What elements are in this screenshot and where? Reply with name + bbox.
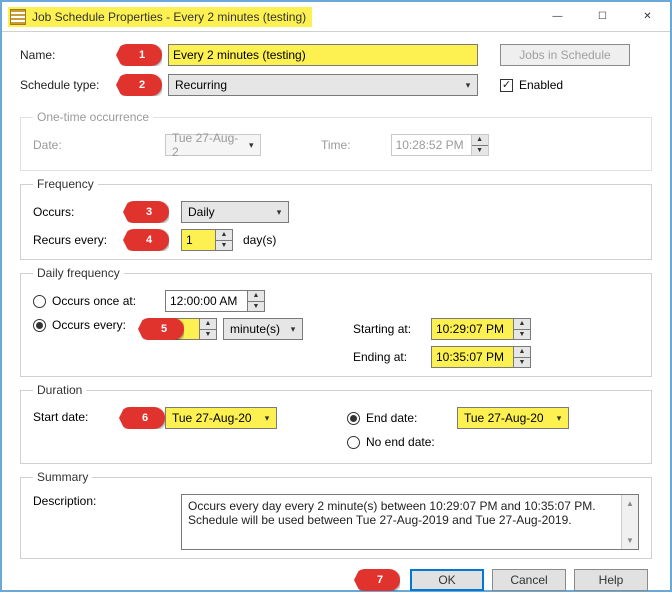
end-date-radio[interactable]: End date: bbox=[347, 411, 457, 425]
radio-icon bbox=[347, 436, 360, 449]
starting-at-label: Starting at: bbox=[353, 322, 431, 336]
ending-at-spinner[interactable]: ▲▼ bbox=[431, 346, 531, 368]
frequency-legend: Frequency bbox=[33, 177, 98, 191]
callout-4: 4 bbox=[123, 229, 169, 251]
callout-6: 6 bbox=[119, 407, 165, 429]
dialog-footer: 7 OK Cancel Help bbox=[20, 561, 652, 595]
days-suffix: day(s) bbox=[243, 233, 276, 247]
minimize-button[interactable]: — bbox=[535, 3, 580, 31]
callout-2: 2 bbox=[116, 74, 162, 96]
spin-up-icon[interactable]: ▲ bbox=[514, 319, 530, 330]
occurs-once-radio[interactable]: Occurs once at: bbox=[33, 294, 165, 308]
summary-group: Summary Description: Occurs every day ev… bbox=[20, 470, 652, 559]
help-button[interactable]: Help bbox=[574, 569, 648, 591]
close-button[interactable]: ✕ bbox=[625, 3, 670, 31]
ending-at-label: Ending at: bbox=[353, 350, 431, 364]
spin-down-icon[interactable]: ▼ bbox=[514, 358, 530, 368]
one-time-time-label: Time: bbox=[321, 138, 351, 152]
one-time-date-picker: Tue 27-Aug-2 ▾ bbox=[165, 134, 261, 156]
spin-down-icon[interactable]: ▼ bbox=[200, 330, 216, 340]
spin-down-icon[interactable]: ▼ bbox=[248, 302, 264, 312]
scroll-down-icon[interactable]: ▼ bbox=[622, 532, 638, 549]
app-icon bbox=[10, 9, 26, 25]
dialog-content: Name: 1 Jobs in Schedule Schedule type: … bbox=[2, 32, 670, 603]
window-title: Job Schedule Properties - Every 2 minute… bbox=[32, 10, 306, 24]
chevron-down-icon: ▾ bbox=[550, 408, 568, 428]
radio-icon bbox=[33, 319, 46, 332]
maximize-button[interactable]: ☐ bbox=[580, 3, 625, 31]
chevron-down-icon: ▾ bbox=[243, 135, 260, 155]
callout-3: 3 bbox=[123, 201, 169, 223]
schedule-type-value: Recurring bbox=[175, 78, 227, 92]
daily-frequency-group: Daily frequency Occurs once at: ▲▼ Occur… bbox=[20, 266, 652, 377]
description-text: Occurs every day every 2 minute(s) betwe… bbox=[181, 494, 639, 550]
cancel-button[interactable]: Cancel bbox=[492, 569, 566, 591]
starting-at-spinner[interactable]: ▲▼ bbox=[431, 318, 531, 340]
chevron-down-icon: ▾ bbox=[258, 408, 276, 428]
scrollbar[interactable]: ▲ ▼ bbox=[621, 495, 638, 549]
chevron-down-icon: ▾ bbox=[270, 202, 288, 222]
enabled-label: Enabled bbox=[519, 78, 563, 92]
summary-legend: Summary bbox=[33, 470, 92, 484]
titlebar: Job Schedule Properties - Every 2 minute… bbox=[2, 2, 670, 32]
daily-frequency-legend: Daily frequency bbox=[33, 266, 124, 280]
occurs-once-time[interactable]: ▲▼ bbox=[165, 290, 265, 312]
one-time-group: One-time occurrence Date: Tue 27-Aug-2 ▾… bbox=[20, 110, 652, 171]
spin-down-icon[interactable]: ▼ bbox=[216, 241, 232, 251]
spin-up-icon[interactable]: ▲ bbox=[248, 291, 264, 302]
spin-up-icon[interactable]: ▲ bbox=[514, 347, 530, 358]
radio-icon bbox=[347, 412, 360, 425]
one-time-date-label: Date: bbox=[33, 138, 165, 152]
jobs-in-schedule-button[interactable]: Jobs in Schedule bbox=[500, 44, 630, 66]
duration-group: Duration Start date: 6 Tue 27-Aug-20 ▾ E… bbox=[20, 383, 652, 464]
spin-down-icon[interactable]: ▼ bbox=[514, 330, 530, 340]
callout-5: 5 bbox=[138, 318, 184, 340]
spin-down-icon: ▼ bbox=[472, 146, 488, 156]
schedule-type-select[interactable]: Recurring ▾ bbox=[168, 74, 478, 96]
callout-7: 7 bbox=[354, 569, 400, 591]
one-time-legend: One-time occurrence bbox=[33, 110, 153, 124]
end-date-picker[interactable]: Tue 27-Aug-20 ▾ bbox=[457, 407, 569, 429]
ok-button[interactable]: OK bbox=[410, 569, 484, 591]
duration-legend: Duration bbox=[33, 383, 86, 397]
radio-icon bbox=[33, 295, 46, 308]
occurs-every-unit-select[interactable]: minute(s) ▾ bbox=[223, 318, 303, 340]
chevron-down-icon: ▾ bbox=[284, 319, 302, 339]
callout-1: 1 bbox=[116, 44, 162, 66]
enabled-checkbox[interactable]: Enabled bbox=[500, 78, 563, 92]
checkbox-icon bbox=[500, 79, 513, 92]
description-label: Description: bbox=[33, 494, 181, 508]
scroll-up-icon[interactable]: ▲ bbox=[622, 495, 638, 512]
spin-up-icon[interactable]: ▲ bbox=[200, 319, 216, 330]
start-date-picker[interactable]: Tue 27-Aug-20 ▾ bbox=[165, 407, 277, 429]
one-time-time-spinner: ▲▼ bbox=[391, 134, 489, 156]
occurs-every-radio[interactable]: Occurs every: bbox=[33, 318, 149, 332]
name-input[interactable] bbox=[168, 44, 478, 66]
window-controls: — ☐ ✕ bbox=[535, 3, 670, 31]
no-end-date-radio[interactable]: No end date: bbox=[347, 435, 435, 449]
recurs-every-spinner[interactable]: ▲▼ bbox=[181, 229, 233, 251]
title-highlight: Job Schedule Properties - Every 2 minute… bbox=[8, 7, 312, 27]
spin-up-icon: ▲ bbox=[472, 135, 488, 146]
frequency-group: Frequency Occurs: 3 Daily ▾ Recurs every… bbox=[20, 177, 652, 260]
spin-up-icon[interactable]: ▲ bbox=[216, 230, 232, 241]
chevron-down-icon: ▾ bbox=[459, 75, 477, 95]
occurs-select[interactable]: Daily ▾ bbox=[181, 201, 289, 223]
